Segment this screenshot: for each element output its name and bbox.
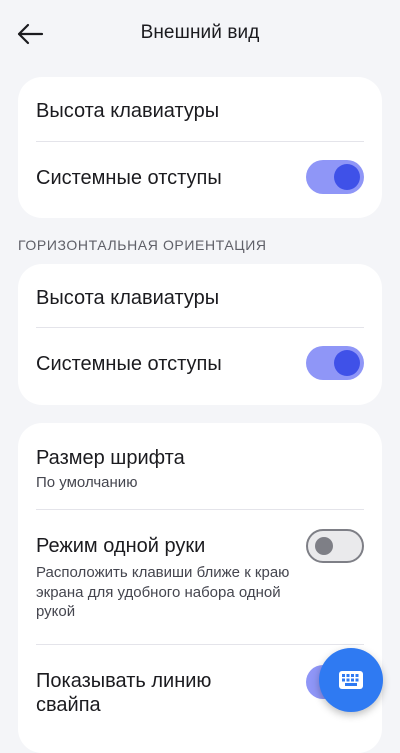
setting-keyboard-height[interactable]: Высота клавиатуры — [18, 77, 382, 141]
toggle-thumb — [334, 350, 360, 376]
system-insets-landscape-toggle[interactable] — [306, 346, 364, 380]
setting-system-insets-landscape[interactable]: Системные отступы — [18, 328, 382, 405]
setting-keyboard-height-landscape[interactable]: Высота клавиатуры — [18, 264, 382, 327]
setting-description: Расположить клавиши ближе к краю экрана … — [36, 564, 290, 620]
setting-title: Системные отступы — [36, 167, 222, 189]
app-bar: Внешний вид — [0, 0, 400, 68]
system-insets-toggle[interactable] — [306, 160, 364, 194]
setting-font-size[interactable]: Размер шрифта По умолчанию — [18, 423, 382, 509]
one-hand-mode-toggle[interactable] — [306, 529, 364, 563]
keyboard-fab-button[interactable] — [319, 648, 383, 712]
setting-title: Размер шрифта — [36, 447, 185, 469]
setting-title: Режим одной руки — [36, 535, 206, 557]
toggle-thumb — [315, 537, 333, 555]
setting-value: По умолчанию — [36, 474, 138, 491]
page-title: Внешний вид — [140, 22, 260, 43]
card-misc-settings: Размер шрифта По умолчанию Режим одной р… — [18, 423, 382, 753]
toggle-thumb — [334, 164, 360, 190]
setting-title: Показывать линию свайпа — [36, 670, 212, 716]
card-landscape-settings: Высота клавиатуры Системные отступы — [18, 264, 382, 405]
setting-title: Системные отступы — [36, 353, 222, 375]
setting-one-hand-mode[interactable]: Режим одной руки Расположить клавиши бли… — [18, 510, 382, 644]
keyboard-icon — [339, 671, 363, 689]
setting-system-insets[interactable]: Системные отступы — [18, 142, 382, 218]
section-header-landscape: ГОРИЗОНТАЛЬНАЯ ОРИЕНТАЦИЯ — [18, 237, 267, 253]
setting-title: Высота клавиатуры — [36, 287, 220, 309]
setting-title: Высота клавиатуры — [36, 100, 220, 122]
card-portrait-settings: Высота клавиатуры Системные отступы — [18, 77, 382, 218]
